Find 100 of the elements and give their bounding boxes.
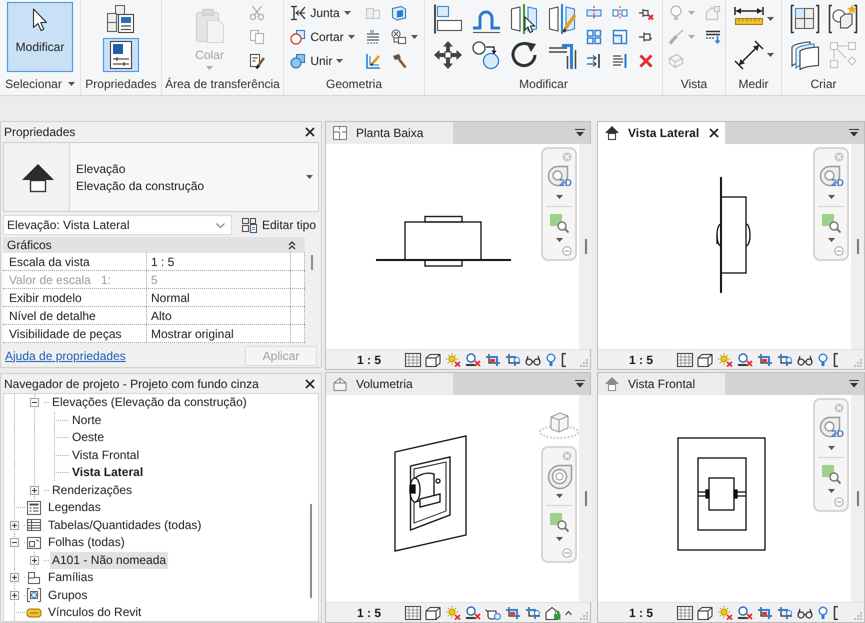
- light-bulb-icon[interactable]: [545, 352, 558, 366]
- property-group-header[interactable]: Gráficos: [3, 237, 305, 253]
- plus-box-icon[interactable]: [30, 556, 38, 565]
- zoom-region-icon[interactable]: [821, 464, 841, 484]
- ribbon-button[interactable]: Junta: [286, 2, 359, 24]
- scrollbar[interactable]: [579, 395, 592, 602]
- sun-off-icon[interactable]: [445, 352, 462, 366]
- crop-icon[interactable]: [757, 352, 774, 366]
- light-bulb-icon[interactable]: [817, 352, 830, 366]
- bracket-icon[interactable]: [833, 606, 840, 620]
- zoom-region-icon[interactable]: [549, 512, 569, 532]
- checker-grid-icon[interactable]: [405, 606, 422, 620]
- dropdown-icon[interactable]: [849, 129, 859, 137]
- resize-grip-icon[interactable]: [580, 612, 588, 620]
- tree-item[interactable]: Renderizações: [50, 482, 134, 499]
- bracket-icon[interactable]: [561, 352, 568, 366]
- cube-icon[interactable]: [697, 352, 714, 366]
- view-tab[interactable]: Volumetria: [326, 373, 453, 395]
- scrollbar[interactable]: [579, 144, 592, 349]
- resize-grip-icon[interactable]: [854, 359, 862, 367]
- cube-icon[interactable]: [425, 352, 442, 366]
- scrollbar-thumb[interactable]: [311, 255, 313, 270]
- crop-icon[interactable]: [505, 606, 522, 620]
- close-icon[interactable]: [305, 126, 315, 136]
- tree-item[interactable]: Vínculos do Revit: [46, 604, 144, 622]
- checker-grid-icon[interactable]: [405, 352, 422, 366]
- scrollbar-thumb[interactable]: [310, 504, 312, 598]
- property-value[interactable]: Mostrar original: [147, 325, 291, 342]
- house-lock-icon[interactable]: [545, 606, 562, 620]
- ribbon-button[interactable]: Unir: [286, 50, 359, 72]
- crop-region-icon[interactable]: [505, 352, 522, 366]
- help-link[interactable]: Ajuda de propriedades: [5, 348, 126, 362]
- property-value[interactable]: Alto: [147, 307, 291, 324]
- shadows-off-icon[interactable]: [465, 352, 482, 366]
- navigation-wheel-button[interactable]: 2D: [817, 163, 845, 190]
- ribbon-button[interactable]: [103, 38, 139, 72]
- tree-item[interactable]: Folhas (todas): [46, 534, 127, 552]
- property-value[interactable]: 1 : 5: [147, 253, 291, 270]
- view-tab[interactable]: Vista Frontal: [598, 373, 725, 395]
- crop-icon[interactable]: [757, 606, 774, 620]
- view-scale[interactable]: 1 : 5: [626, 352, 656, 368]
- bracket-icon[interactable]: [833, 352, 840, 366]
- tree-item[interactable]: Oeste: [70, 429, 106, 446]
- zoom-region-icon[interactable]: [821, 213, 841, 233]
- ribbon-button[interactable]: Modificar: [7, 2, 73, 72]
- scrollbar-thumb[interactable]: [584, 239, 586, 254]
- minus-box-icon[interactable]: [10, 538, 18, 548]
- close-icon[interactable]: [709, 128, 719, 138]
- scrollbar-thumb[interactable]: [584, 491, 586, 506]
- view-scale[interactable]: 1 : 5: [354, 352, 384, 368]
- ribbon-button[interactable]: Cortar: [286, 26, 359, 48]
- tree-item[interactable]: Norte: [70, 412, 104, 429]
- navigation-wheel-button[interactable]: 2D: [817, 414, 845, 441]
- checker-grid-icon[interactable]: [677, 352, 694, 366]
- plus-box-icon[interactable]: [10, 573, 18, 582]
- crop-region-icon[interactable]: [777, 606, 794, 620]
- minus-box-icon[interactable]: [30, 398, 38, 408]
- property-value[interactable]: Normal: [147, 289, 291, 306]
- sun-off-icon[interactable]: [445, 606, 462, 620]
- cube-icon[interactable]: [697, 606, 714, 620]
- view-scale[interactable]: 1 : 5: [354, 604, 384, 620]
- scrollbar[interactable]: [851, 144, 864, 349]
- plus-box-icon[interactable]: [10, 520, 18, 530]
- instance-dropdown[interactable]: Elevação: Vista Lateral: [3, 215, 232, 235]
- dropdown-icon[interactable]: [849, 380, 859, 388]
- tree-item[interactable]: Elevações (Elevação da construção): [50, 394, 249, 412]
- view-scale[interactable]: 1 : 5: [626, 604, 656, 620]
- resize-grip-icon[interactable]: [854, 612, 862, 620]
- type-selector[interactable]: Elevação Elevação da construção: [3, 142, 319, 212]
- resize-grip-icon[interactable]: [580, 359, 588, 367]
- plus-box-icon[interactable]: [30, 486, 38, 495]
- tree-item[interactable]: Vista Frontal: [70, 446, 142, 464]
- cube-icon[interactable]: [425, 606, 442, 620]
- scrollbar[interactable]: [851, 395, 864, 602]
- light-bulb-icon[interactable]: [817, 606, 830, 620]
- sun-off-icon[interactable]: [717, 352, 734, 366]
- plus-box-icon[interactable]: [10, 590, 18, 600]
- dropdown-icon[interactable]: [575, 380, 585, 388]
- scrollbar-thumb[interactable]: [856, 491, 858, 506]
- shadows-off-icon[interactable]: [465, 606, 482, 620]
- tree-item[interactable]: Grupos: [46, 586, 90, 604]
- tree-item[interactable]: Legendas: [46, 499, 103, 516]
- zoom-region-icon[interactable]: [549, 213, 569, 233]
- tree-item[interactable]: Vista Lateral: [70, 464, 146, 482]
- shadows-off-icon[interactable]: [737, 606, 754, 620]
- navigation-wheel-button[interactable]: 2D: [545, 163, 573, 190]
- view-tab[interactable]: Vista Lateral: [598, 122, 725, 144]
- crop-region-icon[interactable]: [525, 606, 542, 620]
- navigation-wheel-button[interactable]: [545, 462, 573, 489]
- edit-type-button[interactable]: Editar tipo: [238, 215, 319, 235]
- tree-item[interactable]: A101 - Não nomeada: [50, 552, 168, 569]
- caret-up-icon[interactable]: [565, 610, 572, 614]
- shadows-off-icon[interactable]: [737, 352, 754, 366]
- crop-icon[interactable]: [485, 352, 502, 366]
- view-tab[interactable]: Planta Baixa: [326, 122, 453, 144]
- tree-item[interactable]: Tabelas/Quantidades (todas): [46, 516, 204, 534]
- checker-grid-icon[interactable]: [677, 606, 694, 620]
- tree-item[interactable]: Famílias: [46, 569, 96, 586]
- view-cube-icon[interactable]: [539, 411, 579, 439]
- close-icon[interactable]: [305, 378, 315, 388]
